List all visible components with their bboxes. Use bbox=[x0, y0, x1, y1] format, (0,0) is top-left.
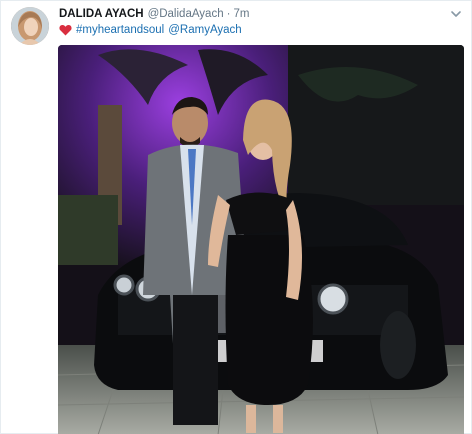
mention-link[interactable]: @RamyAyach bbox=[168, 24, 241, 36]
chevron-down-icon[interactable] bbox=[449, 7, 463, 19]
tweet-text: #myheartandsoul @RamyAyach bbox=[59, 23, 242, 37]
author-name[interactable]: DALIDA AYACH bbox=[59, 8, 144, 20]
tweet-photo[interactable] bbox=[58, 45, 464, 434]
tweet-header: DALIDA AYACH @DalidaAyach · 7m bbox=[59, 7, 249, 21]
red-heart-icon bbox=[59, 24, 72, 36]
author-handle[interactable]: @DalidaAyach bbox=[148, 8, 224, 20]
hashtag-link[interactable]: #myheartandsoul bbox=[76, 24, 164, 36]
tweet-card: DALIDA AYACH @DalidaAyach · 7m #myhearta… bbox=[0, 0, 472, 434]
tweet-timestamp[interactable]: 7m bbox=[233, 8, 249, 20]
avatar[interactable] bbox=[11, 7, 49, 45]
photo-image bbox=[58, 45, 464, 434]
avatar-image bbox=[11, 7, 49, 45]
header-separator: · bbox=[226, 8, 231, 20]
